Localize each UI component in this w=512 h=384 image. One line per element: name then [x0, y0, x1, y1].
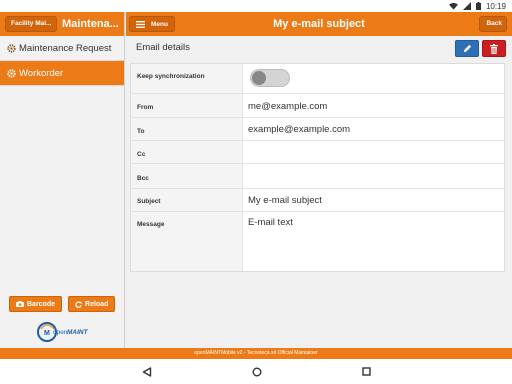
message-field[interactable]: E-mail text	[248, 217, 293, 228]
message-row: Message E-mail text	[131, 212, 504, 271]
back-triangle-icon[interactable]	[142, 366, 152, 377]
keep-sync-row: Keep synchronization	[131, 64, 504, 94]
facility-back-button[interactable]: Facility Mai...	[5, 16, 57, 32]
svg-text:MAINT: MAINT	[67, 329, 89, 336]
reload-button[interactable]: Reload	[68, 296, 116, 312]
wifi-icon	[448, 2, 458, 10]
pencil-icon	[463, 44, 471, 53]
from-field[interactable]: me@example.com	[248, 101, 327, 112]
keep-sync-label: Keep synchronization	[131, 64, 243, 93]
main-header: Menu My e-mail subject Back	[126, 12, 512, 36]
svg-text:M: M	[44, 330, 50, 337]
clock: 10:19	[485, 1, 506, 11]
to-label: To	[131, 118, 243, 140]
sidebar-header: Facility Mai... Maintena...	[0, 12, 124, 36]
app-footer: openMAINTMobile v2 - Tecnoteca srl Offic…	[0, 348, 512, 359]
subject-field[interactable]: My e-mail subject	[248, 195, 322, 206]
keep-sync-toggle[interactable]	[250, 69, 290, 87]
cell-signal-icon	[462, 2, 471, 10]
navigation-bar	[0, 359, 512, 384]
camera-icon	[16, 301, 24, 307]
sidebar-item-maintenance-request[interactable]: Maintenance Request	[0, 36, 124, 61]
back-button[interactable]: Back	[479, 16, 507, 32]
gear-icon	[7, 68, 16, 78]
home-circle-icon[interactable]	[252, 367, 262, 377]
toggle-knob	[252, 71, 266, 85]
to-row: To example@example.com	[131, 118, 504, 141]
cc-row: Cc	[131, 141, 504, 164]
message-label: Message	[131, 212, 243, 271]
cc-label: Cc	[131, 141, 243, 163]
bcc-label: Bcc	[131, 164, 243, 188]
svg-text:open: open	[53, 329, 68, 336]
edit-button[interactable]	[455, 40, 479, 57]
battery-icon	[475, 2, 481, 10]
reload-label: Reload	[85, 300, 109, 308]
from-label: From	[131, 94, 243, 117]
barcode-label: Barcode	[27, 300, 56, 308]
gear-icon	[7, 43, 16, 53]
bcc-row: Bcc	[131, 164, 504, 189]
to-field[interactable]: example@example.com	[248, 124, 350, 135]
openmaint-logo: M open MAINT	[37, 322, 89, 342]
barcode-button[interactable]: Barcode	[9, 296, 63, 312]
subject-label: Subject	[131, 189, 243, 211]
trash-icon	[490, 43, 498, 54]
sidebar-item-label: Workorder	[19, 67, 64, 79]
delete-button[interactable]	[482, 40, 506, 57]
main-panel: Menu My e-mail subject Back Email detail…	[126, 12, 512, 348]
sidebar-item-workorder[interactable]: Workorder	[0, 61, 124, 86]
from-row: From me@example.com	[131, 94, 504, 118]
sidebar-item-label: Maintenance Request	[19, 42, 112, 54]
email-details-form: Keep synchronization From me@example.com…	[130, 63, 505, 272]
section-bar: Email details	[126, 36, 512, 60]
recents-square-icon[interactable]	[361, 367, 371, 376]
sidebar: Facility Mai... Maintena... Maintenance …	[0, 12, 125, 348]
page-title: My e-mail subject	[273, 18, 365, 30]
subject-row: Subject My e-mail subject	[131, 189, 504, 212]
section-title: Email details	[136, 42, 190, 53]
sidebar-title: Maintena...	[62, 18, 119, 30]
refresh-icon	[75, 301, 82, 308]
status-bar: 10:19	[0, 0, 512, 12]
